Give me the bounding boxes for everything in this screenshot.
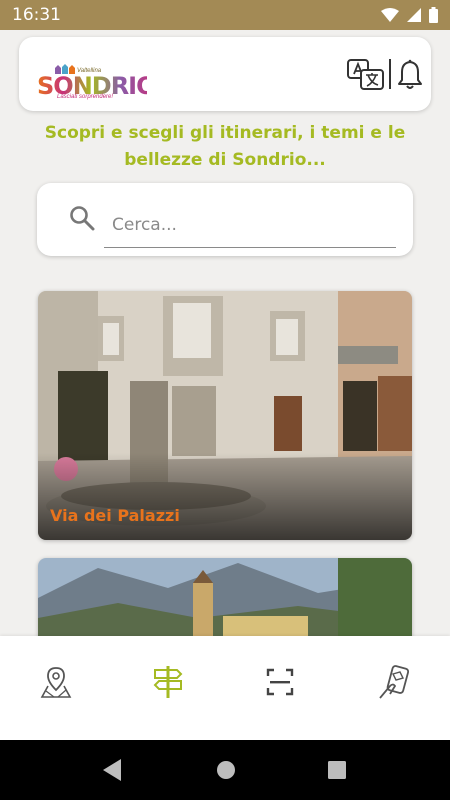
status-time: 16:31: [12, 5, 61, 25]
recents-icon[interactable]: [328, 761, 346, 779]
bottom-nav: [0, 636, 450, 740]
scan-frame-icon[interactable]: [262, 664, 298, 700]
status-icons: [381, 7, 438, 23]
itinerary-card-title: Via dei Palazzi: [50, 506, 180, 525]
signal-icon: [407, 8, 421, 22]
header-card: Valtellina SONDRIO Lasciati sorprendere!: [19, 37, 431, 111]
wifi-icon: [381, 8, 399, 22]
home-icon[interactable]: [216, 760, 236, 780]
system-nav-bar: [0, 740, 450, 800]
search-card: [37, 183, 413, 256]
header-divider: [389, 59, 391, 89]
back-icon[interactable]: [103, 759, 121, 781]
page-headline: Scopri e scegli gli itinerari, i temi e …: [44, 123, 406, 170]
logo-tagline: Lasciati sorprendere!: [57, 94, 114, 100]
map-pin-icon[interactable]: [38, 664, 74, 700]
signpost-icon[interactable]: [150, 664, 186, 700]
search-icon[interactable]: [69, 205, 95, 231]
sondrio-logo[interactable]: Valtellina SONDRIO Lasciati sorprendere!: [27, 50, 157, 100]
bell-icon[interactable]: [397, 59, 423, 91]
ar-phone-icon[interactable]: [376, 664, 412, 700]
itinerary-card-image: [38, 291, 412, 540]
translate-icon[interactable]: [347, 59, 385, 91]
search-input[interactable]: [104, 202, 396, 248]
itinerary-card[interactable]: Via dei Palazzi: [38, 291, 412, 540]
battery-icon: [429, 7, 438, 23]
status-bar: 16:31: [0, 0, 450, 30]
